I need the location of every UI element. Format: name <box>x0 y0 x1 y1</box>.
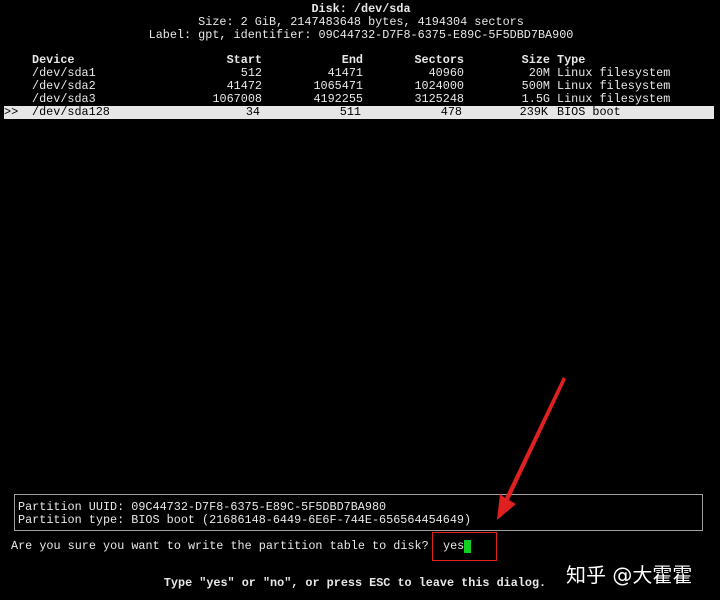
annotation-arrow-icon <box>497 377 566 520</box>
watermark: 知乎 @大霍霍 <box>566 563 693 587</box>
